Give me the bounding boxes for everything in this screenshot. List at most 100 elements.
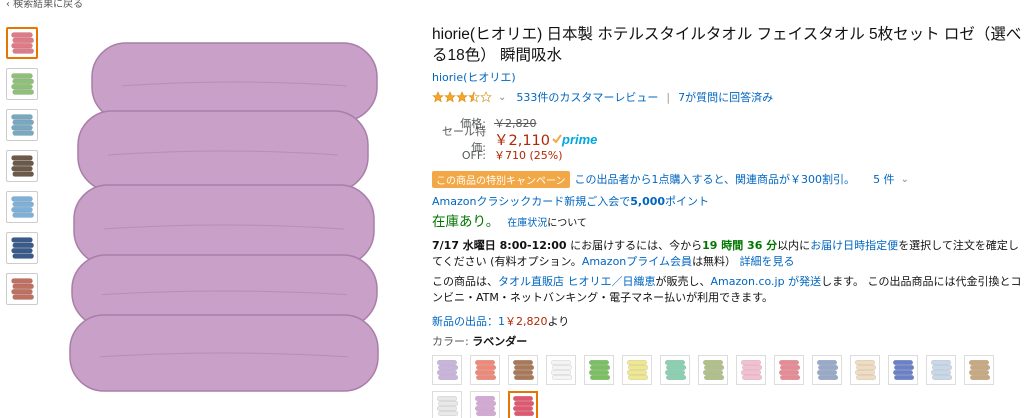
color-swatch[interactable] <box>698 355 728 385</box>
towel-swatch-icon <box>588 359 611 381</box>
towel-stack-image <box>69 42 379 392</box>
color-swatches <box>432 355 1012 418</box>
color-swatch[interactable] <box>508 391 538 418</box>
stock-info: 在庫状況について <box>507 214 587 229</box>
thumbnail[interactable] <box>6 191 38 223</box>
star-icon <box>444 91 456 103</box>
towel-swatch-icon <box>816 359 839 381</box>
off-value: ￥710 (25%) <box>494 149 563 162</box>
chevron-down-icon[interactable]: ⌄ <box>901 174 909 185</box>
towel-detail-icon <box>11 237 34 259</box>
prime-label: prime <box>562 131 598 147</box>
towel-swatch-icon <box>474 395 497 417</box>
color-swatch[interactable] <box>964 355 994 385</box>
delivery-date: 7/17 水曜日 8:00-12:00 <box>432 239 567 252</box>
towel-swatch-icon <box>512 395 535 417</box>
delivery-countdown: 19 時間 36 分 <box>702 239 778 252</box>
star-icon <box>456 91 468 103</box>
main-product-image[interactable] <box>64 25 394 397</box>
star-icon <box>468 91 480 103</box>
color-swatch[interactable] <box>622 355 652 385</box>
star-rating[interactable] <box>432 91 492 103</box>
stock-status: 在庫あり。 <box>432 214 500 230</box>
prime-member-link[interactable]: Amazonプライム会員 <box>582 255 692 268</box>
new-offers-label: 新品の出品：1 <box>432 315 505 328</box>
seller-link[interactable]: タオル直販店 ヒオリエ／日織恵 <box>498 275 656 288</box>
seller-text-1: この商品は、 <box>432 275 498 288</box>
towel-swatch-icon <box>664 359 687 381</box>
delivery-text-4: は無料） <box>692 255 740 268</box>
thumbnail[interactable] <box>6 150 38 182</box>
towel-swatch-icon <box>436 395 459 417</box>
color-swatch[interactable] <box>470 391 500 418</box>
towel-folded-icon <box>11 278 34 300</box>
color-selection: カラー: ラベンダー <box>432 333 1028 349</box>
back-to-results-link[interactable]: ‹ 検索結果に戻る <box>6 0 83 10</box>
stock-row: 在庫あり。 在庫状況について <box>432 210 1028 230</box>
color-swatch[interactable] <box>432 391 462 418</box>
chevron-down-icon[interactable]: ⌄ <box>498 92 506 103</box>
questions-link[interactable]: 7が質問に回答済み <box>678 89 773 105</box>
towel-swatch-icon <box>550 359 573 381</box>
thumbnail[interactable] <box>6 109 38 141</box>
new-offers-suffix: より <box>547 315 570 328</box>
scheduled-delivery-link[interactable]: お届け日時指定便 <box>810 239 898 252</box>
color-label: カラー: <box>432 335 473 348</box>
color-swatch[interactable] <box>432 355 462 385</box>
color-swatch[interactable] <box>888 355 918 385</box>
details-link[interactable]: 詳細を見る <box>740 255 795 268</box>
color-swatch[interactable] <box>774 355 804 385</box>
towel-swatch-icon <box>968 359 991 381</box>
color-swatch[interactable] <box>546 355 576 385</box>
star-icon <box>480 91 492 103</box>
delivery-text-1: にお届けするには、今から <box>566 239 703 252</box>
price-table: 価格: ￥2,820 セール特価: ￥2,110 prime OFF: ￥710… <box>432 115 1028 163</box>
color-swatch[interactable] <box>508 355 538 385</box>
feature-chart-icon <box>11 196 34 218</box>
color-swatch[interactable] <box>736 355 766 385</box>
stock-suffix: について <box>547 218 587 229</box>
product-info: hiorie(ヒオリエ) 日本製 ホテルスタイルタオル フェイスタオル 5枚セッ… <box>432 24 1028 418</box>
brand-link[interactable]: hiorie(ヒオリエ) <box>432 69 1028 85</box>
towel-colors-icon <box>11 114 34 136</box>
delivery-message: 7/17 水曜日 8:00-12:00 にお届けするには、今から19 時間 36… <box>432 238 1028 270</box>
promo-row: この商品の特別キャンペーン この出品者から1点購入すると、関連商品が￥300割引… <box>432 170 1028 188</box>
promo-badge: この商品の特別キャンペーン <box>432 170 570 188</box>
towel-swatch-icon <box>892 359 915 381</box>
seller-text-2: が販売し、 <box>655 275 711 288</box>
color-swatch[interactable] <box>850 355 880 385</box>
rating-row: ⌄ 533件のカスタマーレビュー | 7が質問に回答済み <box>432 89 1028 105</box>
card-offer-link[interactable]: Amazonクラシックカード新規ご入会で5,000ポイント <box>432 193 1028 208</box>
towel-swatch-icon <box>512 359 535 381</box>
thumbnail[interactable] <box>6 232 38 264</box>
color-swatch[interactable] <box>660 355 690 385</box>
prime-badge: prime <box>552 132 597 147</box>
new-offers: 新品の出品：1￥2,820より <box>432 313 1028 328</box>
color-swatch[interactable] <box>926 355 956 385</box>
fulfillment-link[interactable]: Amazon.co.jp が発送 <box>711 275 822 288</box>
color-swatch[interactable] <box>584 355 614 385</box>
stock-link[interactable]: 在庫状況 <box>507 218 547 229</box>
divider: | <box>666 90 671 104</box>
towel-swatch-icon <box>626 359 649 381</box>
new-offers-link[interactable]: 新品の出品：1￥2,820 <box>432 315 548 328</box>
reviews-link[interactable]: 533件のカスタマーレビュー <box>516 89 658 105</box>
promo-count[interactable]: 5 件 <box>873 171 895 187</box>
product-title: hiorie(ヒオリエ) 日本製 ホテルスタイルタオル フェイスタオル 5枚セッ… <box>432 26 1022 64</box>
towel-swatch-icon <box>778 359 801 381</box>
thumbnail[interactable] <box>6 273 38 305</box>
new-offers-price: ￥2,820 <box>505 315 548 328</box>
promo-link[interactable]: この出品者から1点購入すると、関連商品が￥300割引。 <box>575 171 856 187</box>
thumbnail[interactable] <box>6 68 38 100</box>
thumbnail[interactable] <box>6 27 38 59</box>
color-swatch[interactable] <box>812 355 842 385</box>
lifestyle-photo-icon <box>11 155 34 177</box>
product-info-icon <box>11 73 34 95</box>
towel-swatch-icon <box>436 359 459 381</box>
prime-check-icon <box>552 134 562 144</box>
color-swatch[interactable] <box>470 355 500 385</box>
off-label: OFF: <box>461 148 486 162</box>
towel-swatch-icon <box>930 359 953 381</box>
color-value: ラベンダー <box>472 335 528 348</box>
towel-swatch-icon <box>740 359 763 381</box>
